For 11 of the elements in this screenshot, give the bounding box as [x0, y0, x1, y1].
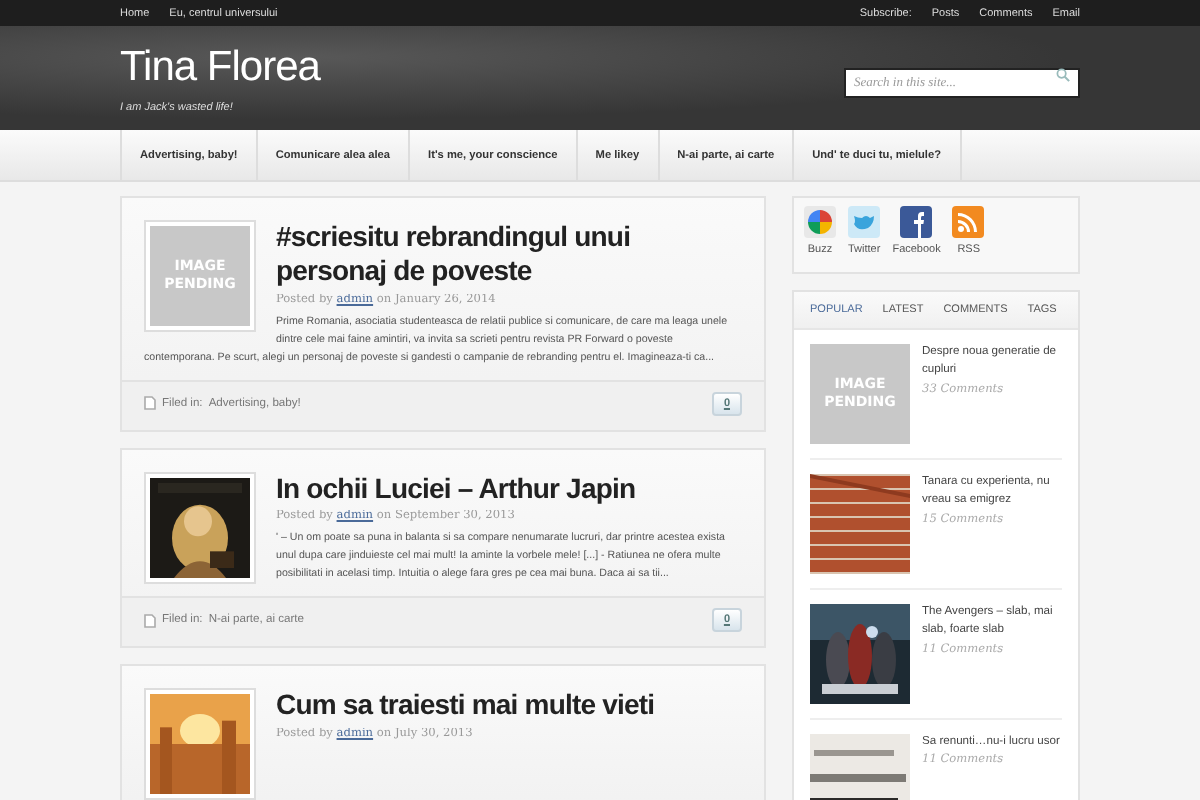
document-icon — [144, 396, 156, 411]
post-title[interactable]: Cum sa traiesti mai multe vieti — [276, 688, 742, 723]
facebook-icon[interactable] — [900, 206, 933, 238]
site-title[interactable]: Tina Florea — [120, 43, 320, 91]
post-title[interactable]: #scriesitu rebrandingul unui personaj de poveste — [276, 220, 742, 288]
post-title[interactable]: In ochii Luciei – Arthur Japin — [276, 471, 742, 505]
bird-icon[interactable] — [848, 206, 881, 238]
search-icon[interactable] — [1056, 67, 1070, 81]
buzz-icon[interactable] — [804, 206, 836, 238]
rss-icon[interactable] — [952, 206, 985, 238]
document-icon — [144, 613, 156, 628]
